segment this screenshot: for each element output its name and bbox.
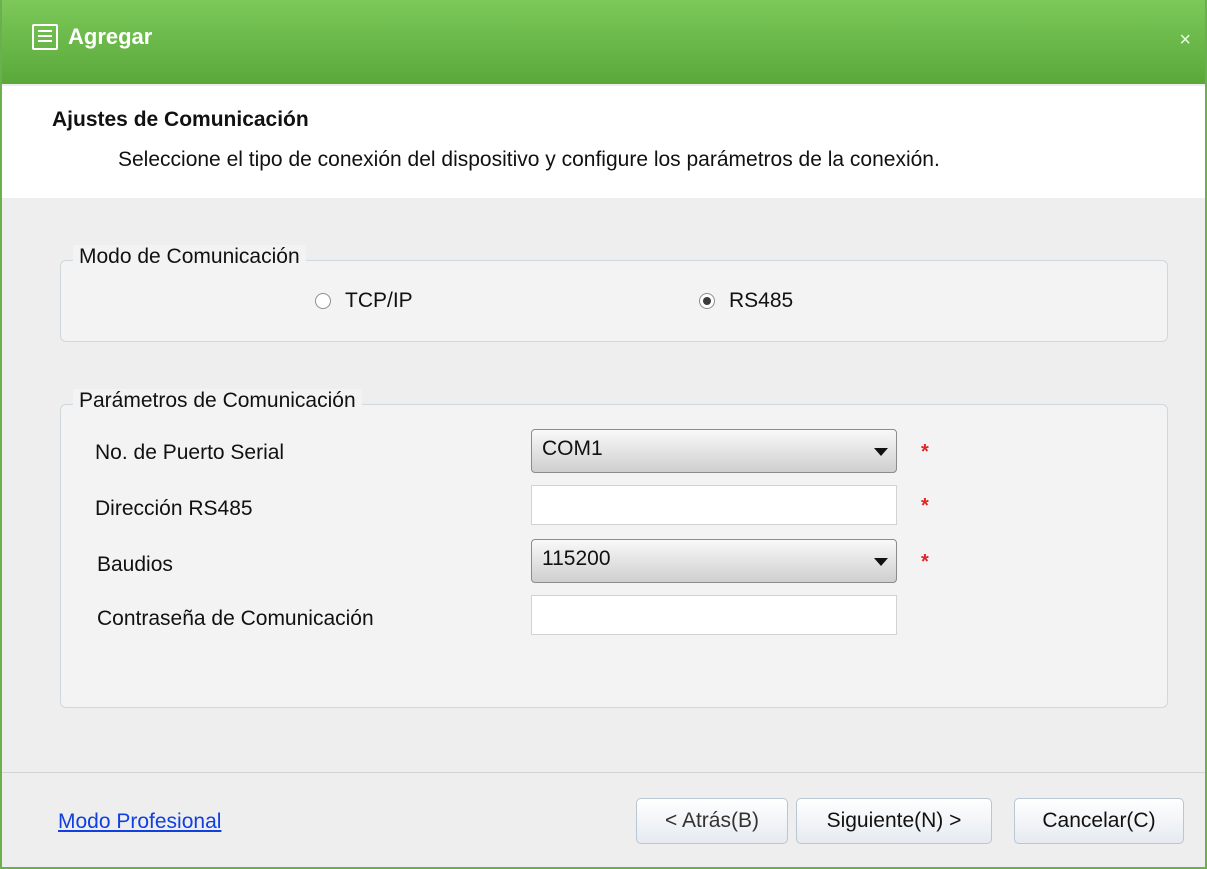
dialog-header: Ajustes de Comunicación Seleccione el ti… [2, 86, 1205, 198]
add-device-dialog: Agregar × Ajustes de Comunicación Selecc… [0, 0, 1207, 869]
chevron-down-icon [874, 558, 888, 566]
serial-port-label: No. de Puerto Serial [95, 441, 285, 464]
required-marker-baud: * [921, 551, 929, 573]
baud-label: Baudios [97, 553, 173, 576]
back-button[interactable]: < Atrás(B) [636, 798, 788, 844]
chevron-down-icon [874, 448, 888, 456]
footer-divider [2, 772, 1205, 773]
communication-mode-title: Modo de Comunicación [73, 245, 306, 269]
password-input[interactable] [531, 595, 897, 635]
cancel-button[interactable]: Cancelar(C) [1014, 798, 1184, 844]
required-marker-serial: * [921, 441, 929, 463]
rs485-address-input[interactable] [531, 485, 897, 525]
baud-value: 115200 [542, 547, 611, 570]
radio-tcpip-indicator[interactable] [315, 293, 331, 309]
window-title: Agregar [68, 24, 153, 49]
next-button[interactable]: Siguiente(N) > [796, 798, 992, 844]
title-bar: Agregar × [2, 0, 1205, 84]
serial-port-value: COM1 [542, 437, 603, 460]
app-icon [32, 24, 58, 50]
radio-rs485-indicator[interactable] [699, 293, 715, 309]
required-marker-address: * [921, 495, 929, 517]
radio-rs485[interactable]: RS485 [699, 289, 793, 313]
baud-select[interactable]: 115200 [531, 539, 897, 583]
close-button[interactable]: × [1179, 30, 1191, 50]
professional-mode-link[interactable]: Modo Profesional [58, 810, 221, 834]
header-description: Seleccione el tipo de conexión del dispo… [118, 148, 940, 171]
communication-params-group: Parámetros de Comunicación No. de Puerto… [60, 389, 1168, 708]
header-title: Ajustes de Comunicación [52, 108, 309, 131]
communication-params-title: Parámetros de Comunicación [73, 389, 362, 413]
serial-port-select[interactable]: COM1 [531, 429, 897, 473]
radio-tcpip[interactable]: TCP/IP [315, 289, 413, 313]
radio-tcpip-label: TCP/IP [345, 289, 413, 312]
rs485-address-label: Dirección RS485 [95, 497, 253, 520]
password-label: Contraseña de Comunicación [97, 607, 374, 630]
communication-mode-group: Modo de Comunicación TCP/IP RS485 [60, 245, 1168, 342]
radio-rs485-label: RS485 [729, 289, 794, 312]
